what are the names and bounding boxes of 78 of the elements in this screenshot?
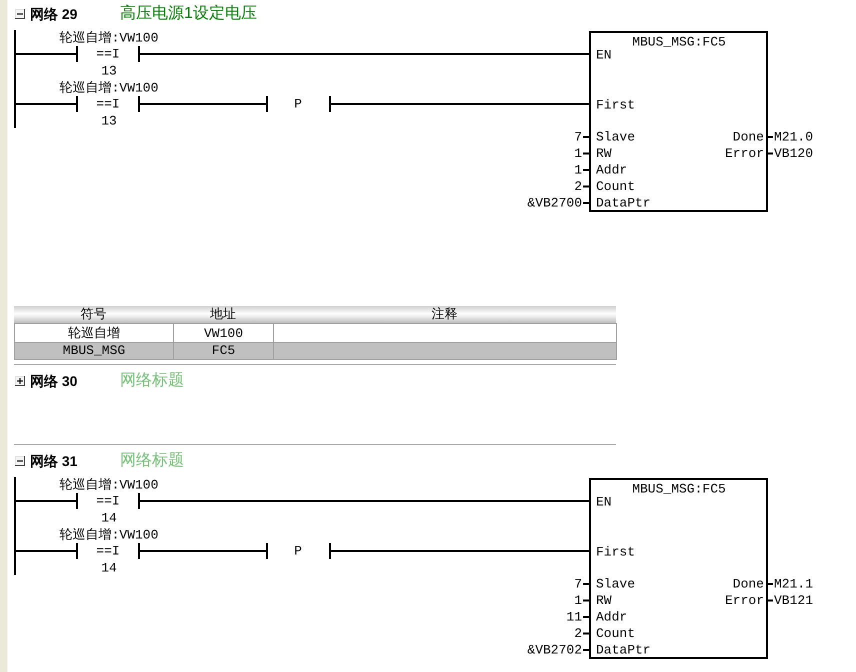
pin-label: Count — [596, 179, 636, 194]
pin-label: Addr — [596, 610, 628, 624]
column-header: 地址 — [209, 306, 237, 323]
operand-label: 轮巡自增:VW100 — [60, 478, 158, 492]
pin-label: Addr — [596, 162, 628, 178]
pin-label: EN — [596, 48, 612, 62]
pin-value: 2 — [574, 626, 582, 641]
network-label: 网络 31 — [30, 453, 78, 469]
pin-label: Count — [596, 626, 636, 641]
table-cell: MBUS_MSG — [15, 342, 174, 360]
pin-label: Done — [732, 130, 764, 144]
block-title: MBUS_MSG:FC5 — [632, 482, 726, 496]
pin-label: DataPtr — [596, 642, 651, 658]
compare-contact[interactable] — [76, 46, 140, 62]
pin-value: &VB2702 — [527, 642, 582, 658]
pin-label: RW — [596, 146, 612, 161]
edge-label: P — [294, 544, 302, 558]
symbol-row[interactable]: 轮巡自增 VW100 — [15, 323, 616, 342]
network-title: 网络标题 — [120, 453, 184, 469]
expand-icon[interactable] — [15, 376, 25, 386]
pin-label: Error — [724, 146, 764, 161]
compare-operator: ==I — [96, 96, 120, 112]
block-title: MBUS_MSG:FC5 — [632, 34, 726, 50]
pin-label: RW — [596, 593, 612, 608]
table-cell: FC5 — [174, 342, 274, 360]
network-label: 网络 30 — [30, 373, 78, 389]
pin-label: DataPtr — [596, 196, 651, 210]
compare-operator: ==I — [96, 46, 120, 62]
collapse-icon[interactable] — [15, 9, 25, 19]
network-title: 网络标题 — [120, 373, 184, 389]
pin-value: 2 — [574, 179, 582, 194]
pin-label: First — [596, 544, 636, 560]
pin-label: EN — [596, 494, 612, 510]
function-block[interactable] — [589, 478, 768, 659]
wire — [15, 53, 77, 55]
operand-label: 轮巡自增:VW100 — [60, 80, 158, 96]
column-header: 注释 — [430, 306, 458, 323]
wire — [15, 103, 77, 105]
compare-contact[interactable] — [76, 96, 140, 112]
compare-value: 13 — [101, 64, 117, 78]
pin-value: 11 — [566, 610, 582, 624]
collapse-icon[interactable] — [15, 456, 25, 466]
operand-label: 轮巡自增:VW100 — [60, 528, 158, 542]
pin-label: Error — [724, 593, 764, 608]
pin-label: First — [596, 98, 636, 112]
pin-value: &VB2700 — [527, 196, 582, 210]
symbol-row[interactable]: MBUS_MSG FC5 — [15, 342, 616, 360]
pin-value: 1 — [574, 593, 582, 608]
pin-value: 7 — [574, 576, 582, 592]
column-header: 符号 — [80, 306, 108, 323]
operand-label: 轮巡自增:VW100 — [60, 30, 158, 46]
pin-value: VB121 — [774, 593, 814, 608]
pin-label: Slave — [596, 576, 636, 592]
wire — [15, 500, 77, 502]
compare-value: 14 — [101, 560, 117, 576]
compare-contact[interactable] — [76, 543, 140, 559]
pin-value: 1 — [574, 162, 582, 178]
compare-contact[interactable] — [76, 493, 140, 509]
pin-label: Slave — [596, 130, 636, 144]
compare-operator: ==I — [96, 544, 120, 558]
compare-operator: ==I — [96, 494, 120, 508]
pin-value: VB120 — [774, 146, 814, 161]
compare-value: 13 — [101, 114, 117, 128]
pin-value: 7 — [574, 130, 582, 144]
pin-value: M21.0 — [774, 130, 814, 144]
edge-label: P — [294, 96, 302, 112]
network-label: 网络 29 — [30, 6, 78, 22]
edge-contact[interactable] — [266, 543, 331, 559]
table-cell: 轮巡自增 — [15, 323, 174, 343]
network-title: 高压电源1设定电压 — [120, 6, 257, 22]
pin-value: 1 — [574, 146, 582, 161]
edge-contact[interactable] — [266, 96, 331, 112]
function-block[interactable] — [589, 31, 768, 212]
table-cell: VW100 — [174, 323, 274, 343]
pin-label: Done — [732, 576, 764, 592]
wire — [15, 550, 77, 552]
pin-value: M21.1 — [774, 576, 814, 592]
compare-value: 14 — [101, 510, 117, 526]
